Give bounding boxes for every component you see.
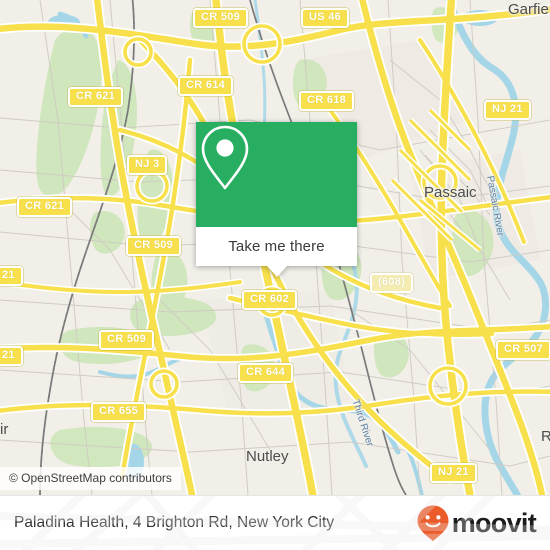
moovit-logo[interactable]: moovit — [416, 504, 537, 542]
road-shield: CR 655 — [91, 402, 147, 422]
moovit-pin-icon — [417, 505, 449, 541]
place-label-garfield: Garfie — [508, 1, 549, 18]
road-shield: NJ 3 — [127, 155, 168, 175]
place-address-title: Paladina Health, 4 Brighton Rd, New York… — [14, 514, 335, 531]
road-shield: CR 644 — [238, 363, 294, 383]
road-shield: CR 507 — [496, 340, 550, 360]
place-label-partial-r: R — [541, 428, 550, 445]
moovit-wordmark: moovit — [451, 507, 537, 538]
road-shield: CR 602 — [242, 290, 298, 310]
popup-pointer — [266, 266, 287, 277]
road-shield: 21 — [0, 346, 23, 366]
popup-action-bar[interactable]: Take me there — [196, 227, 357, 266]
map-screenshot: CR 509 US 46 CR 621 CR 614 CR 618 NJ 21 … — [0, 0, 550, 550]
road-shield: CR 621 — [17, 197, 73, 217]
popup-marker-area — [196, 122, 357, 227]
road-shield: CR 509 — [193, 8, 249, 28]
take-me-there-label: Take me there — [228, 238, 325, 255]
road-shield: NJ 21 — [430, 463, 477, 483]
map-canvas[interactable]: CR 509 US 46 CR 621 CR 614 CR 618 NJ 21 … — [0, 0, 550, 495]
road-shield: CR 614 — [178, 76, 234, 96]
attribution-text[interactable]: © OpenStreetMap contributors — [0, 467, 181, 490]
place-label-partial-ir: ir — [0, 421, 9, 438]
location-popup[interactable]: Take me there — [196, 122, 357, 277]
road-shield: CR 509 — [126, 236, 182, 256]
road-shield: CR 621 — [68, 87, 124, 107]
map-pin-icon — [201, 125, 249, 190]
bottom-info-bar: Paladina Health, 4 Brighton Rd, New York… — [0, 495, 550, 550]
road-shield: NJ 21 — [484, 100, 531, 120]
road-shield: CR 509 — [99, 330, 155, 350]
road-shield: CR 618 — [299, 91, 355, 111]
place-label-passaic: Passaic — [424, 184, 477, 201]
road-shield: 21 — [0, 266, 23, 286]
road-shield: (608) — [370, 273, 414, 293]
road-shield: US 46 — [301, 8, 350, 28]
place-label-nutley: Nutley — [246, 448, 289, 465]
